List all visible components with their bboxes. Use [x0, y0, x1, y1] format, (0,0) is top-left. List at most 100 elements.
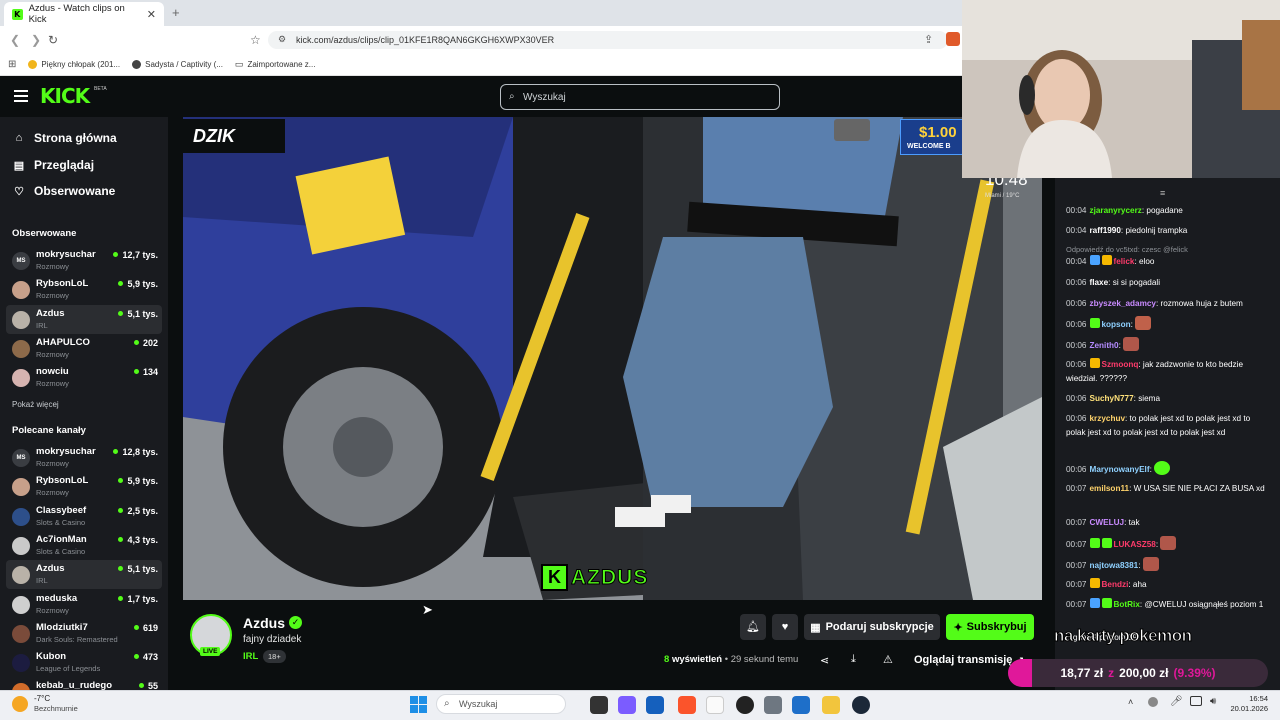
task-view-icon[interactable] — [590, 696, 608, 714]
channel-item-meduska[interactable]: meduska Rozmowy 1,7 tys. — [6, 590, 162, 619]
chat-emote-icon — [1142, 557, 1159, 571]
store-icon[interactable] — [646, 696, 664, 714]
gift-subs-button[interactable]: ▦ Podaruj subskrypcje — [804, 614, 940, 640]
brave-browser-icon[interactable] — [678, 696, 696, 714]
back-icon[interactable]: ❮ — [10, 33, 20, 47]
site-settings-icon[interactable]: ⚙ — [278, 34, 286, 45]
follow-heart-icon[interactable]: ♥ — [772, 614, 798, 640]
channel-item-rybsonlol[interactable]: RybsonLoL Rozmowy 5,9 tys. — [6, 472, 162, 501]
chat-username[interactable]: zbyszek_adamcy — [1090, 299, 1156, 308]
share-clip-icon[interactable]: ⋖ — [820, 654, 829, 667]
channel-name: mokrysuchar — [36, 446, 96, 457]
channel-item-ac7ionman[interactable]: Ac7ionMan Slots & Casino 4,3 tys. — [6, 531, 162, 560]
new-tab-button[interactable]: + — [172, 5, 180, 20]
windows-start-icon[interactable] — [410, 696, 427, 713]
download-icon[interactable]: ⤓ — [851, 653, 856, 666]
chat-username[interactable]: Bendzi — [1102, 580, 1129, 589]
video-player[interactable]: DZIK $1.00 WELCOME B 10:48 Miami / 19°C … — [183, 117, 1042, 600]
chat-badge-icon — [1089, 538, 1100, 548]
channel-item-azdus[interactable]: Azdus IRL 5,1 tys. — [6, 560, 162, 590]
chat-username[interactable]: MarynowanyElf — [1090, 465, 1150, 474]
channel-name[interactable]: Azdus — [243, 615, 285, 631]
channel-item-mlodziutki7[interactable]: Mlodziutki7 Dark Souls: Remastered 619 — [6, 619, 162, 648]
search-input[interactable]: ⌕ Wyszukaj — [500, 84, 780, 110]
taskbar-search[interactable]: ⌕ Wyszukaj — [436, 694, 566, 714]
channel-item-nowciu[interactable]: nowciu Rozmowy 134 — [6, 363, 162, 392]
channel-item-mokrysuchar[interactable]: MS mokrysuchar Rozmowy 12,8 tys. — [6, 443, 162, 472]
channel-item-classybeef[interactable]: Classybeef Slots & Casino 2,5 tys. — [6, 502, 162, 531]
chat-username[interactable]: Zenith0 — [1090, 341, 1119, 350]
reload-icon[interactable]: ↻ — [48, 33, 58, 47]
chat-username[interactable]: flaxe — [1090, 278, 1109, 287]
file-explorer-icon[interactable] — [822, 696, 840, 714]
chat-badge-icon — [1089, 598, 1100, 608]
chat-timestamp: 00:06 — [1066, 414, 1087, 423]
close-tab-icon[interactable]: ✕ — [147, 8, 156, 21]
channel-avatar — [12, 624, 30, 643]
remote-desktop-icon[interactable] — [792, 696, 810, 714]
chat-username[interactable]: Szmoonq — [1102, 360, 1139, 369]
notification-bell-icon[interactable]: 🔔︎ — [740, 614, 766, 640]
report-icon[interactable]: ⚠ — [883, 653, 893, 666]
copilot-icon[interactable] — [618, 696, 636, 714]
extension-icon[interactable] — [946, 32, 960, 46]
channel-item-ahapulco[interactable]: AHAPULCO Rozmowy 202 — [6, 334, 162, 363]
bookmark-folder[interactable]: ▭ Zaimportowane z... — [235, 59, 316, 70]
settings-icon[interactable] — [764, 696, 782, 714]
chat-username[interactable]: krzychuv — [1090, 414, 1126, 423]
bookmark-star-icon[interactable]: ☆ — [250, 33, 261, 47]
chat-timestamp: 00:06 — [1066, 394, 1087, 403]
steam-icon[interactable] — [852, 696, 870, 714]
bookmark-item[interactable]: Piękny chłopak (201... — [28, 60, 120, 69]
nav-home[interactable]: ⌂ Strona główna — [12, 131, 117, 145]
chat-message: 00:06 Szmoonq: jak zadzwonie to kto bedzi… — [1066, 358, 1271, 385]
channel-item-rybsonlol[interactable]: RybsonLoL Rozmowy 5,9 tys. — [6, 275, 162, 304]
channel-avatar — [12, 339, 30, 358]
obs-icon[interactable] — [736, 696, 754, 714]
chat-username[interactable]: BotRix — [1114, 600, 1140, 609]
weather-icon[interactable] — [12, 696, 28, 712]
chat-username[interactable]: zjaranyrycerz — [1090, 206, 1142, 215]
browser-tab[interactable]: K Azdus - Watch clips on Kick ✕ — [4, 2, 164, 26]
category-link[interactable]: IRL — [243, 651, 258, 662]
chat-username[interactable]: felick — [1114, 257, 1135, 266]
chat-username[interactable]: kopson — [1102, 320, 1131, 329]
chat-username[interactable]: LUKASZ58 — [1114, 540, 1156, 549]
share-icon[interactable]: ⇪ — [924, 33, 933, 46]
channel-item-mokrysuchar[interactable]: MS mokrysuchar Rozmowy 12,7 tys. — [6, 246, 162, 275]
subscribe-button[interactable]: ✦ Subskrybuj — [946, 614, 1034, 640]
chat-message: 00:04 felick: eloo — [1066, 255, 1271, 269]
notepad-icon[interactable] — [706, 696, 724, 714]
forward-icon[interactable]: ❯ — [31, 33, 41, 47]
channel-avatar — [12, 507, 30, 526]
channel-avatar: MS — [12, 252, 30, 270]
chat-username[interactable]: CWELUJ — [1090, 518, 1125, 527]
kick-logo[interactable]: KICK — [40, 84, 90, 108]
chat-username[interactable]: emilson11 — [1090, 484, 1130, 493]
chat-handle-icon[interactable]: ≡ — [1160, 188, 1165, 198]
tray-app-icon[interactable] — [1148, 697, 1158, 707]
bookmark-item[interactable]: Sadysta / Captivity (... — [132, 60, 223, 69]
channel-item-azdus[interactable]: Azdus IRL 5,1 tys. — [6, 304, 162, 334]
heart-icon: ♡ — [14, 185, 24, 198]
menu-icon[interactable] — [14, 90, 28, 102]
viewer-count: 5,1 tys. — [118, 309, 158, 319]
chat-username[interactable]: najtowa8381 — [1090, 561, 1139, 570]
tray-expand-icon[interactable]: ˄ — [1128, 697, 1133, 707]
channel-item-kubon[interactable]: Kubon League of Legends 473 — [6, 648, 162, 677]
monitor-icon[interactable] — [1190, 696, 1202, 706]
chat-message: 00:06 krzychuv: to polak jest xd to polak… — [1066, 412, 1271, 439]
url-field[interactable]: ⚙ kick.com/azdus/clips/clip_01KFE1R8QAN6… — [268, 31, 948, 49]
chat-username[interactable]: SuchyN777 — [1090, 394, 1134, 403]
chat-username[interactable]: raff1990 — [1090, 226, 1121, 235]
microphone-icon[interactable]: 🎤︎ — [1170, 696, 1183, 707]
apps-grid-icon[interactable]: ⊞ — [8, 59, 16, 70]
chat-text: : si si pogadali — [1108, 278, 1161, 287]
channel-category: Rozmowy — [36, 291, 69, 301]
search-icon: ⌕ — [509, 91, 515, 102]
search-icon: ⌕ — [444, 698, 450, 709]
show-more-link[interactable]: Pokaż więcej — [12, 400, 59, 409]
volume-icon[interactable]: 🔊︎ — [1210, 696, 1216, 707]
nav-browse[interactable]: ▤ Przeglądaj — [12, 158, 94, 172]
nav-following[interactable]: ♡ Obserwowane — [12, 184, 115, 198]
